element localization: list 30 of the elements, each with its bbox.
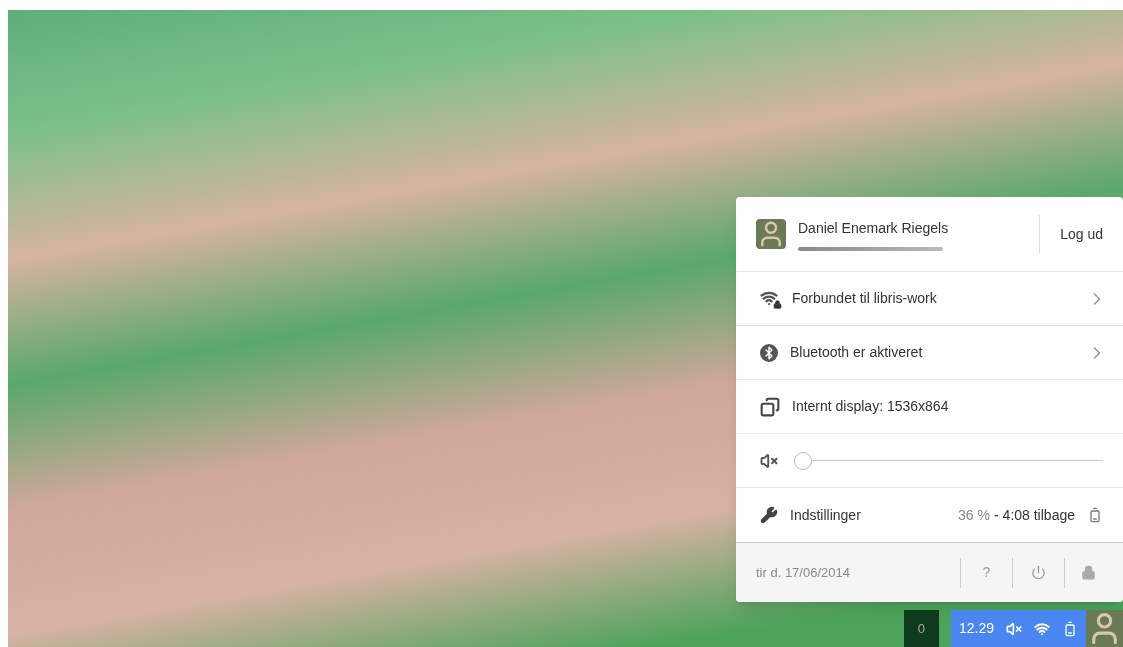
log-out-button[interactable]: Log ud — [1056, 223, 1107, 245]
notification-counter[interactable]: 0 — [903, 610, 939, 647]
wifi-icon — [1034, 620, 1050, 637]
muted-speaker-icon — [1006, 620, 1022, 637]
display-icon — [760, 396, 780, 417]
separator-text: - — [993, 505, 999, 525]
status-area[interactable]: 12.29 — [950, 610, 1086, 647]
wrench-icon — [760, 506, 778, 524]
battery-percent: 36 % — [958, 505, 990, 525]
user-avatar[interactable] — [1086, 610, 1123, 647]
settings-link[interactable]: Indstillinger — [790, 504, 946, 526]
battery-icon — [1087, 507, 1103, 523]
lock-icon — [1080, 565, 1096, 580]
power-icon — [1031, 565, 1046, 580]
user-name: Daniel Enemark Riegels — [798, 218, 950, 238]
tray-row[interactable]: Bluetooth er aktiveret — [736, 326, 1123, 380]
battery-icon — [1062, 620, 1078, 637]
tray-row[interactable]: Forbundet til libris-work — [736, 272, 1123, 326]
battery-time: 4:08 tilbage — [1002, 505, 1075, 525]
row-label: Bluetooth er aktiveret — [790, 343, 924, 362]
row-label: Internt display: 1536x864 — [792, 397, 950, 416]
slider-thumb[interactable] — [794, 451, 812, 470]
user-avatar — [756, 219, 786, 249]
row-label: Forbundet til libris-work — [792, 289, 938, 308]
bluetooth-icon — [760, 343, 778, 362]
mute-toggle[interactable] — [760, 451, 778, 470]
date-text: tir d. 17/06/2014 — [756, 563, 851, 582]
volume-slider[interactable] — [794, 450, 1103, 471]
tray-row[interactable]: Internt display: 1536x864 — [736, 380, 1123, 434]
clock-text: 12.29 — [958, 619, 994, 638]
